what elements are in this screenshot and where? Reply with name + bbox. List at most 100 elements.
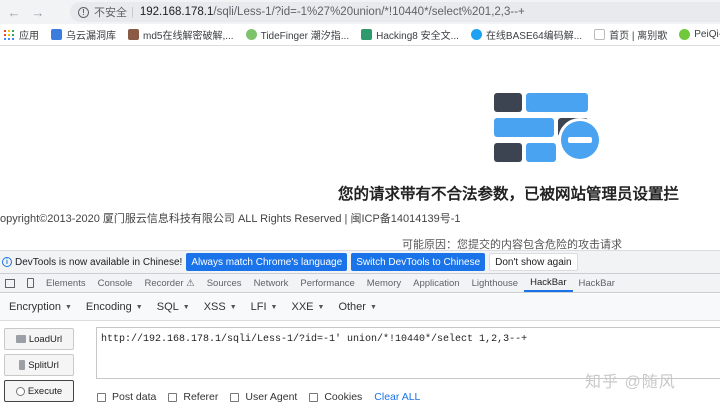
bookmark-base64[interactable]: 在线BASE64编码解... — [470, 27, 583, 42]
bookmark-tidefinger[interactable]: TideFinger 潮汐指... — [245, 27, 350, 42]
bookmark-wooyun[interactable]: 乌云漏洞库 — [51, 27, 116, 42]
back-icon[interactable]: ← — [4, 2, 24, 22]
bookmark-label: 首页 | 离别歌 — [609, 31, 668, 42]
menu-label: SQL — [156, 301, 179, 313]
hacking8-icon — [361, 29, 373, 40]
chevron-down-icon: ▼ — [369, 303, 377, 311]
menu-sql[interactable]: SQL ▼ — [150, 301, 197, 313]
bookmark-md5[interactable]: md5在线解密破解,... — [128, 27, 234, 42]
zhihu-watermark: 知乎 @随风 — [585, 374, 676, 391]
menu-lfi[interactable]: LFI ▼ — [244, 301, 285, 313]
option-user-agent[interactable]: User Agent — [230, 391, 297, 403]
checkbox[interactable] — [230, 392, 240, 402]
option-referer[interactable]: Referer — [168, 391, 218, 403]
apps-grid-icon — [4, 29, 14, 40]
checkbox[interactable] — [309, 392, 319, 402]
devtools-tab-strip: Elements Console Recorder ⚠ Sources Netw… — [0, 273, 720, 293]
tab-console[interactable]: Console — [92, 274, 139, 292]
not-secure-icon[interactable]: ! — [78, 6, 89, 18]
notice-text: DevTools is now available in Chinese! — [15, 256, 183, 268]
devtools-language-notice: i DevTools is now available in Chinese! … — [0, 250, 720, 273]
bookmark-label: PeiQi-POC-Wi — [694, 29, 720, 40]
execute-button[interactable]: Execute — [4, 380, 74, 402]
tide-icon — [245, 29, 257, 40]
security-label: 不安全 — [94, 7, 127, 19]
button-label: SplitUrl — [28, 359, 59, 371]
bookmark-apps[interactable]: 应用 — [4, 27, 39, 42]
tab-performance[interactable]: Performance — [294, 274, 360, 292]
menu-label: XSS — [203, 301, 226, 313]
url-path: /sqli/Less-1/?id=-1%27%20union/*!10440*/… — [213, 6, 525, 18]
inspect-element-icon[interactable] — [0, 274, 20, 292]
menu-label: XXE — [291, 301, 314, 313]
wooyun-icon — [51, 29, 62, 40]
forward-icon[interactable]: → — [28, 2, 48, 22]
chevron-down-icon: ▼ — [64, 303, 72, 311]
address-row: ← → ! 不安全 | 192.168.178.1 /sqli/Less-1/?… — [0, 0, 720, 24]
menu-label: Encryption — [9, 301, 61, 313]
base64-icon — [470, 29, 482, 40]
address-separator: | — [131, 6, 134, 18]
load-url-button[interactable]: LoadUrl — [4, 328, 74, 350]
omnibox[interactable]: ! 不安全 | 192.168.178.1 /sqli/Less-1/?id=-… — [70, 2, 720, 22]
hackbar-options: Post data Referer User Agent Cookies Cle… — [97, 391, 420, 403]
chevron-down-icon: ▼ — [229, 303, 237, 311]
waf-block-page: 您的请求带有不合法参数，已被网站管理员设置拦 opyright©2013-202… — [0, 46, 720, 251]
bookmark-label: md5在线解密破解,... — [143, 31, 234, 42]
blocked-wall-icon — [494, 93, 602, 162]
bookmark-label: 应用 — [19, 31, 39, 42]
switch-chinese-button[interactable]: Switch DevTools to Chinese — [351, 253, 486, 271]
tab-lighthouse[interactable]: Lighthouse — [466, 274, 524, 292]
split-icon — [19, 360, 26, 370]
clear-all-link[interactable]: Clear ALL — [374, 391, 420, 403]
option-post-data[interactable]: Post data — [97, 391, 156, 403]
chevron-down-icon: ▼ — [270, 303, 278, 311]
tab-recorder[interactable]: Recorder ⚠ — [138, 274, 200, 292]
tab-elements[interactable]: Elements — [40, 274, 92, 292]
split-url-button[interactable]: SplitUrl — [4, 354, 74, 376]
tab-application[interactable]: Application — [407, 274, 465, 292]
menu-encryption[interactable]: Encryption ▼ — [2, 301, 79, 313]
bookmark-label: TideFinger 潮汐指... — [260, 31, 350, 42]
tab-hackbar-active[interactable]: HackBar — [524, 274, 573, 292]
checkbox[interactable] — [97, 392, 106, 402]
bookmark-label: 在线BASE64编码解... — [485, 31, 583, 42]
option-label: Post data — [112, 391, 157, 403]
tab-sources[interactable]: Sources — [201, 274, 248, 292]
bookmark-leavesongs[interactable]: 首页 | 离别歌 — [594, 27, 667, 42]
menu-other[interactable]: Other ▼ — [331, 301, 383, 313]
menu-encoding[interactable]: Encoding ▼ — [79, 301, 150, 313]
block-message: 您的请求带有不合法参数，已被网站管理员设置拦 — [338, 186, 680, 203]
tab-network[interactable]: Network — [248, 274, 295, 292]
leavesongs-icon — [594, 29, 606, 40]
chevron-down-icon: ▼ — [135, 303, 143, 311]
load-icon — [15, 335, 26, 343]
button-label: Execute — [27, 385, 63, 397]
peiqi-icon — [679, 29, 691, 40]
bookmarks-bar: 应用 乌云漏洞库 md5在线解密破解,... TideFinger 潮汐指...… — [0, 24, 720, 46]
checkbox[interactable] — [168, 392, 178, 402]
chevron-down-icon: ▼ — [182, 303, 190, 311]
match-language-button[interactable]: Always match Chrome's language — [186, 253, 348, 271]
md5-icon — [128, 29, 139, 40]
bookmark-label: 乌云漏洞库 — [66, 31, 116, 42]
hackbar-toolbar: Encryption ▼ Encoding ▼ SQL ▼ XSS ▼ LFI ▼ XXE… — [0, 294, 720, 321]
tab-hackbar-2[interactable]: HackBar — [573, 274, 621, 292]
dont-show-again-button[interactable]: Don't show again — [489, 253, 578, 271]
bookmark-hacking8[interactable]: Hacking8 安全文... — [361, 27, 459, 42]
chevron-down-icon: ▼ — [317, 303, 325, 311]
option-label: Cookies — [324, 391, 363, 403]
play-icon — [15, 386, 25, 396]
info-icon: i — [2, 257, 12, 267]
url-host: 192.168.178.1 — [139, 6, 214, 18]
tab-memory[interactable]: Memory — [361, 274, 407, 292]
option-label: Referer — [183, 391, 219, 403]
device-toolbar-icon[interactable] — [20, 274, 40, 292]
button-label: LoadUrl — [28, 333, 63, 345]
option-cookies[interactable]: Cookies — [309, 391, 362, 403]
menu-xxe[interactable]: XXE ▼ — [284, 301, 331, 313]
menu-label: LFI — [250, 301, 267, 313]
option-label: User Agent — [245, 391, 298, 403]
bookmark-peiqi[interactable]: PeiQi-POC-Wi — [679, 29, 720, 40]
menu-xss[interactable]: XSS ▼ — [197, 301, 244, 313]
